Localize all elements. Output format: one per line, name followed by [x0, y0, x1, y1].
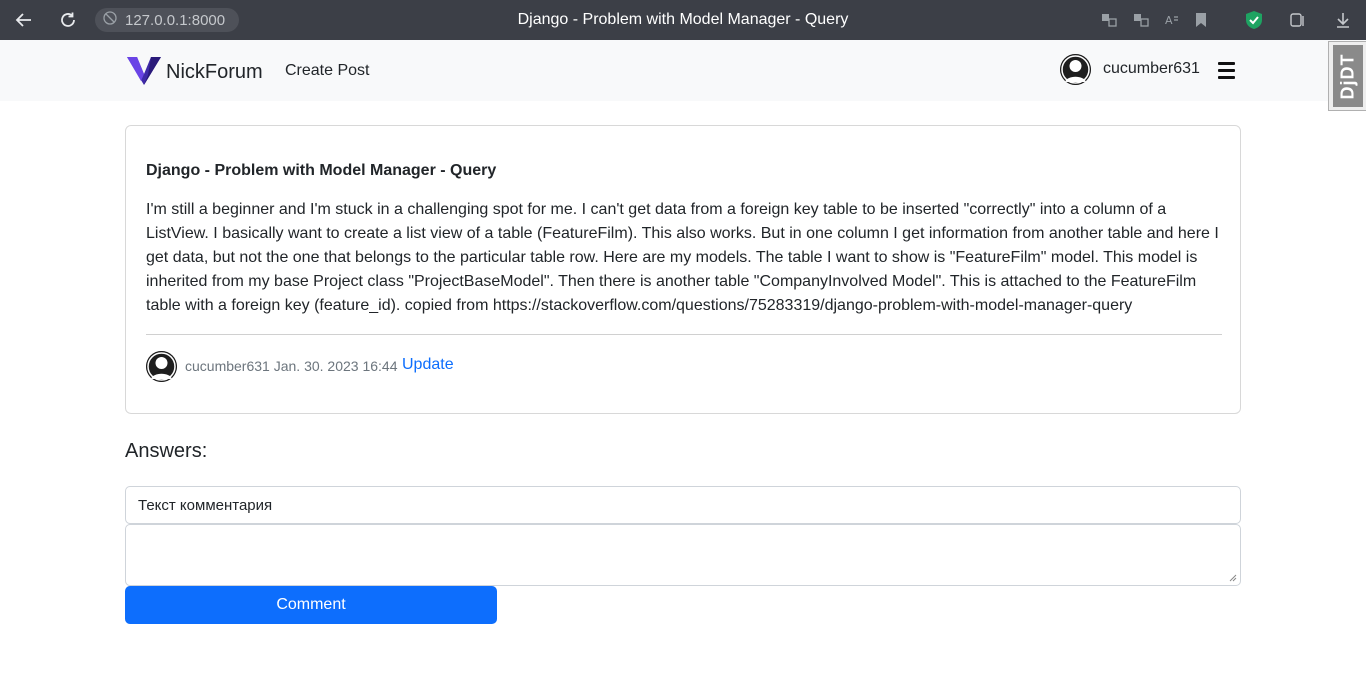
user-avatar[interactable] [1060, 54, 1091, 85]
menu-toggle-icon[interactable] [1210, 54, 1242, 86]
brand-name[interactable]: NickForum [166, 61, 263, 84]
post-divider [146, 334, 1222, 335]
shield-extension-icon[interactable] [1244, 10, 1264, 30]
site-info-icon[interactable] [103, 10, 117, 30]
post-body: I'm still a beginner and I'm stuck in a … [146, 201, 1219, 314]
address-bar[interactable]: 127.0.0.1:8000 [95, 8, 239, 32]
comment-textarea[interactable] [125, 524, 1241, 586]
debug-toolbar-label: DjDT [1337, 53, 1357, 99]
translate-icon[interactable] [1099, 10, 1119, 30]
url-text[interactable]: 127.0.0.1:8000 [125, 12, 225, 29]
translate-page-icon[interactable] [1131, 10, 1151, 30]
post-author-date: cucumber631 Jan. 30. 2023 16:44 [185, 358, 398, 374]
back-arrow-icon[interactable] [12, 8, 36, 32]
resize-handle-icon[interactable] [1229, 574, 1237, 582]
create-post-link[interactable]: Create Post [285, 62, 369, 80]
brand-logo-icon [126, 54, 162, 91]
debug-toolbar-handle[interactable]: DjDT [1328, 41, 1366, 111]
read-aloud-icon[interactable]: A [1162, 10, 1182, 30]
answers-heading: Answers: [125, 440, 208, 462]
nav-username[interactable]: cucumber631 [1103, 60, 1200, 78]
collections-icon[interactable] [1288, 10, 1308, 30]
brand-link[interactable]: NickForum [126, 54, 263, 91]
update-post-link[interactable]: Update [402, 356, 454, 374]
bookmark-icon[interactable] [1191, 10, 1211, 30]
post-title: Django - Problem with Model Manager - Qu… [146, 162, 497, 179]
comment-title-input[interactable] [125, 486, 1241, 524]
author-avatar [146, 351, 177, 382]
downloads-icon[interactable] [1333, 10, 1353, 30]
svg-text:A: A [1165, 14, 1173, 27]
site-navbar: NickForum Create Post cucumber631 [0, 40, 1366, 101]
browser-toolbar: 127.0.0.1:8000 Django - Problem with Mod… [0, 0, 1366, 40]
comment-submit-button[interactable]: Comment [125, 586, 497, 624]
post-card: Django - Problem with Model Manager - Qu… [125, 125, 1241, 414]
reload-icon[interactable] [56, 8, 80, 32]
